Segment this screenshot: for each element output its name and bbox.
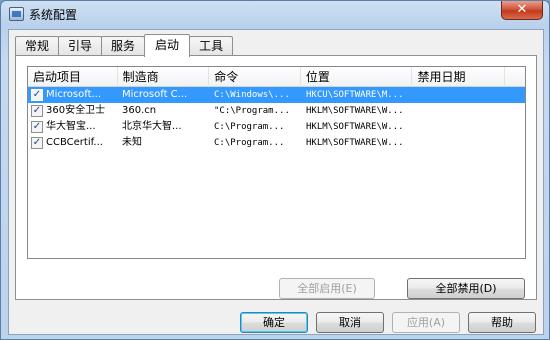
command-cell: C:\Program... [214, 138, 285, 148]
date-disabled-cell [414, 103, 507, 119]
location-cell: HKLM\SOFTWARE\W... [306, 122, 404, 132]
startup-item-checkbox[interactable]: ✓ [31, 121, 43, 133]
column-header-location[interactable]: 位置 [301, 67, 413, 87]
cancel-button[interactable]: 取消 [316, 312, 384, 333]
checkmark-icon: ✓ [32, 137, 42, 148]
system-configuration-window: 系统配置 ✕ 常规 引导 服务 启动 工具 启动项目 制造商 命令 位置 禁用日… [0, 0, 550, 340]
date-disabled-cell [414, 87, 507, 103]
manufacturer-cell: 北京华大智... [122, 121, 182, 132]
startup-item-name: Microsoft... [46, 89, 102, 100]
manufacturer-cell: Microsoft C... [122, 89, 188, 100]
startup-item-cell: ✓ CCBCertif... [28, 135, 118, 151]
location-cell: HKLM\SOFTWARE\W... [306, 138, 404, 148]
manufacturer-cell: 未知 [122, 137, 142, 148]
startup-item-checkbox[interactable]: ✓ [31, 137, 43, 149]
column-header-date-disabled[interactable]: 禁用日期 [412, 67, 506, 87]
location-cell: HKCU\SOFTWARE\M... [306, 90, 404, 100]
tab-strip: 常规 引导 服务 启动 工具 [15, 34, 234, 57]
date-disabled-cell [414, 119, 507, 135]
startup-item-checkbox[interactable]: ✓ [31, 89, 43, 101]
checkmark-icon: ✓ [32, 89, 42, 100]
checkmark-icon: ✓ [32, 105, 42, 116]
msconfig-icon [9, 7, 24, 21]
startup-items-list[interactable]: 启动项目 制造商 命令 位置 禁用日期 ✓ Microsoft... Micro… [27, 66, 526, 259]
tab-general[interactable]: 常规 [15, 36, 60, 56]
startup-item-name: 360安全卫士 [46, 105, 106, 116]
disable-all-button[interactable]: 全部禁用(D) [407, 278, 525, 299]
column-header-filler [505, 67, 525, 87]
startup-item-cell: ✓ 华大智宝... [28, 119, 118, 135]
column-header-startup-item[interactable]: 启动项目 [28, 67, 118, 87]
help-button[interactable]: 帮助 [468, 312, 536, 333]
window-title: 系统配置 [29, 8, 78, 22]
dialog-client-area: 常规 引导 服务 启动 工具 启动项目 制造商 命令 位置 禁用日期 ✓ Mic… [8, 29, 544, 335]
startup-item-cell: ✓ Microsoft... [28, 87, 118, 103]
close-button[interactable]: ✕ [501, 1, 543, 20]
startup-item-cell: ✓ 360安全卫士 [28, 103, 118, 119]
command-cell: "C:\Program... [214, 106, 290, 116]
column-header-command[interactable]: 命令 [209, 67, 301, 87]
ok-button[interactable]: 确定 [240, 312, 308, 333]
column-header-manufacturer[interactable]: 制造商 [118, 67, 210, 87]
apply-button[interactable]: 应用(A) [392, 312, 460, 333]
date-disabled-cell [414, 135, 507, 151]
command-cell: C:\Program... [214, 122, 285, 132]
startup-item-name: CCBCertif... [46, 137, 103, 148]
table-row[interactable]: ✓ CCBCertif... 未知 C:\Program... HKLM\SOF… [28, 135, 525, 151]
command-cell: C:\Windows\... [214, 90, 290, 100]
tab-tools[interactable]: 工具 [189, 36, 234, 56]
list-rows: ✓ Microsoft... Microsoft C... C:\Windows… [28, 87, 525, 151]
startup-item-name: 华大智宝... [46, 121, 96, 132]
tab-startup[interactable]: 启动 [144, 34, 191, 57]
tab-services[interactable]: 服务 [101, 36, 146, 56]
table-row[interactable]: ✓ 360安全卫士 360.cn "C:\Program... HKLM\SOF… [28, 103, 525, 119]
location-cell: HKLM\SOFTWARE\W... [306, 106, 404, 116]
title-bar[interactable]: 系统配置 ✕ [1, 1, 549, 27]
startup-item-checkbox[interactable]: ✓ [31, 105, 43, 117]
tab-boot[interactable]: 引导 [58, 36, 103, 56]
table-row[interactable]: ✓ Microsoft... Microsoft C... C:\Windows… [28, 87, 525, 103]
enable-all-button[interactable]: 全部启用(E) [279, 278, 375, 299]
checkmark-icon: ✓ [32, 121, 42, 132]
table-row[interactable]: ✓ 华大智宝... 北京华大智... C:\Program... HKLM\SO… [28, 119, 525, 135]
manufacturer-cell: 360.cn [122, 105, 157, 116]
list-header: 启动项目 制造商 命令 位置 禁用日期 [28, 67, 525, 87]
startup-tab-panel: 启动项目 制造商 命令 位置 禁用日期 ✓ Microsoft... Micro… [15, 55, 537, 300]
